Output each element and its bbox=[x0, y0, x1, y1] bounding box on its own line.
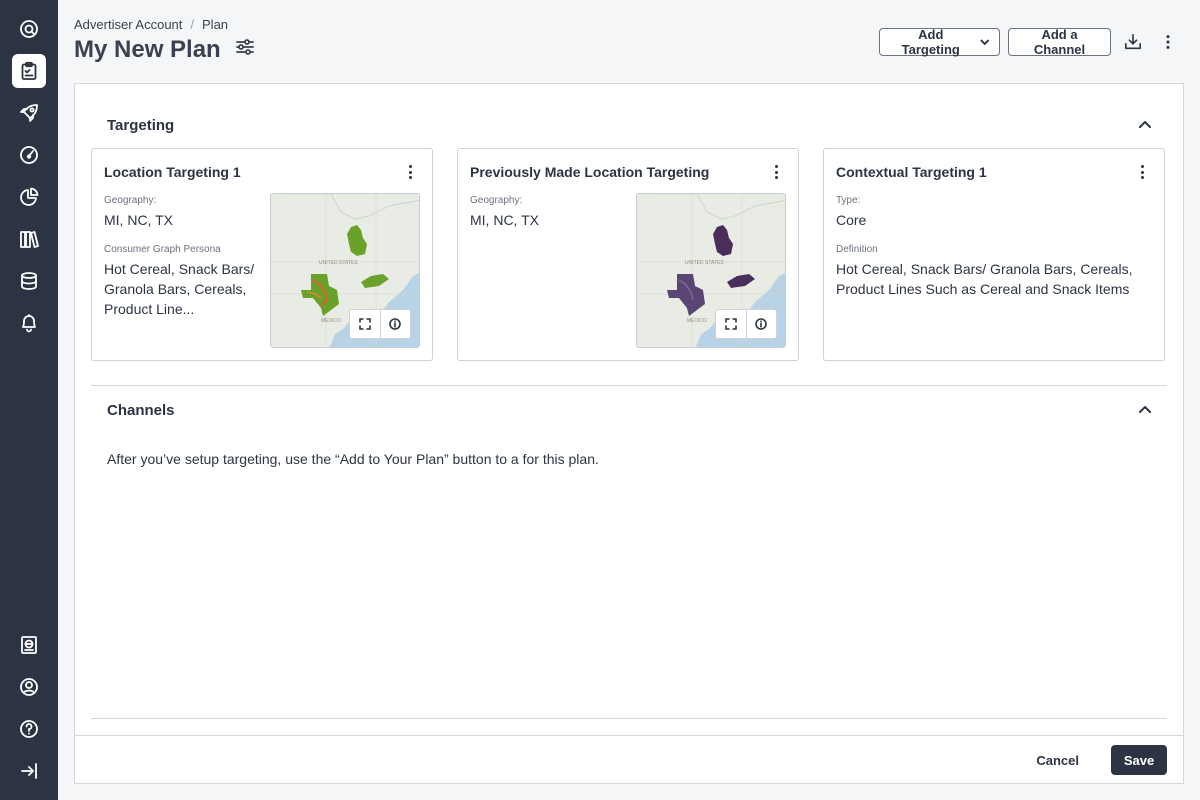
footer-bar: Cancel Save bbox=[75, 735, 1183, 783]
breadcrumb: Advertiser Account / Plan bbox=[74, 17, 228, 32]
fullscreen-icon bbox=[358, 318, 371, 330]
location-targeting-card: Location Targeting 1 Geography: MI, NC, … bbox=[91, 148, 433, 361]
targeting-section-title: Targeting bbox=[107, 117, 175, 134]
geography-value: MI, NC, TX bbox=[470, 212, 539, 228]
map-controls bbox=[715, 309, 777, 339]
section-divider bbox=[91, 385, 1167, 386]
library-icon bbox=[20, 231, 39, 248]
channels-section-title: Channels bbox=[107, 402, 175, 419]
map-controls bbox=[349, 309, 411, 339]
sidebar-item-plans[interactable] bbox=[12, 54, 46, 88]
user-icon bbox=[20, 678, 38, 696]
type-value: Core bbox=[836, 212, 867, 228]
sidebar-item-library[interactable] bbox=[12, 222, 46, 256]
card-title: Contextual Targeting 1 bbox=[836, 164, 987, 180]
download-icon bbox=[1124, 33, 1142, 50]
chevron-up-icon bbox=[1139, 406, 1151, 413]
sidebar-item-guide[interactable] bbox=[12, 628, 46, 662]
sidebar-item-notifications[interactable] bbox=[12, 306, 46, 340]
add-channel-label: Add a Channel bbox=[1033, 27, 1086, 57]
persona-value: Hot Cereal, Snack Bars/ Granola Bars, Ce… bbox=[104, 261, 255, 317]
sidebar-item-reports[interactable] bbox=[12, 180, 46, 214]
geography-value: MI, NC, TX bbox=[104, 212, 173, 228]
map-mexico-label: MEXICO bbox=[321, 318, 341, 324]
save-button[interactable]: Save bbox=[1111, 745, 1167, 775]
sidebar-item-help[interactable] bbox=[12, 712, 46, 746]
info-button[interactable] bbox=[745, 310, 777, 338]
gauge-icon bbox=[20, 146, 38, 164]
database-icon bbox=[21, 272, 37, 290]
geography-map[interactable]: UNITED STATES MEXICO bbox=[270, 193, 420, 348]
geography-label: Geography: bbox=[470, 195, 523, 206]
section-divider bbox=[91, 718, 1167, 719]
page-title: My New Plan bbox=[74, 36, 221, 63]
type-label: Type: bbox=[836, 195, 861, 206]
map-country-label: UNITED STATES bbox=[685, 260, 724, 266]
breadcrumb-separator: / bbox=[190, 17, 195, 32]
info-icon bbox=[755, 318, 768, 330]
definition-label: Definition bbox=[836, 244, 878, 255]
channels-collapse-button[interactable] bbox=[1134, 398, 1156, 420]
bell-icon bbox=[22, 314, 36, 333]
more-options-button[interactable] bbox=[1156, 30, 1180, 54]
persona-label: Consumer Graph Persona bbox=[104, 244, 221, 255]
breadcrumb-item-plan[interactable]: Plan bbox=[202, 17, 228, 32]
previous-location-targeting-card: Previously Made Location Targeting Geogr… bbox=[457, 148, 799, 361]
fullscreen-icon bbox=[724, 318, 737, 330]
card-title: Location Targeting 1 bbox=[104, 164, 241, 180]
geography-label: Geography: bbox=[104, 195, 157, 206]
cancel-button[interactable]: Cancel bbox=[1022, 745, 1093, 775]
chevron-down-icon bbox=[979, 39, 989, 46]
chevron-up-icon bbox=[1139, 121, 1151, 128]
definition-value: Hot Cereal, Snack Bars/ Granola Bars, Ce… bbox=[836, 261, 1133, 297]
targeting-collapse-button[interactable] bbox=[1134, 113, 1156, 135]
download-button[interactable] bbox=[1121, 30, 1145, 54]
pie-chart-icon bbox=[20, 187, 39, 206]
geography-map[interactable]: UNITED STATES MEXICO bbox=[636, 193, 786, 348]
add-targeting-label: Add Targeting bbox=[901, 27, 960, 57]
contextual-targeting-card: Contextual Targeting 1 Type: Core Defini… bbox=[823, 148, 1165, 361]
clipboard-icon bbox=[21, 61, 37, 80]
add-channel-button[interactable]: Add a Channel bbox=[1008, 27, 1111, 57]
search-icon bbox=[20, 20, 38, 38]
sidebar-item-profile[interactable] bbox=[12, 670, 46, 704]
info-button[interactable] bbox=[379, 310, 411, 338]
sidebar-item-search[interactable] bbox=[12, 12, 46, 46]
expand-icon bbox=[21, 763, 37, 779]
add-targeting-button[interactable]: Add Targeting bbox=[879, 27, 1000, 57]
sidebar-item-campaigns[interactable] bbox=[12, 96, 46, 130]
map-mexico-label: MEXICO bbox=[687, 318, 707, 324]
breadcrumb-item-account[interactable]: Advertiser Account bbox=[74, 17, 182, 32]
sidebar-item-data[interactable] bbox=[12, 264, 46, 298]
globe-book-icon bbox=[21, 636, 37, 654]
page-title-row: My New Plan bbox=[74, 36, 255, 64]
info-icon bbox=[389, 318, 402, 330]
channels-empty-text: After you’ve setup targeting, use the “A… bbox=[107, 451, 599, 467]
fullscreen-button[interactable] bbox=[716, 310, 746, 338]
card-title: Previously Made Location Targeting bbox=[470, 164, 710, 180]
sidebar-item-performance[interactable] bbox=[12, 138, 46, 172]
sidebar-item-expand[interactable] bbox=[12, 754, 46, 788]
plan-panel: Targeting Location Targeting 1 Geography… bbox=[74, 83, 1184, 784]
sidebar bbox=[0, 0, 58, 800]
card-menu-icon[interactable] bbox=[768, 163, 784, 181]
fullscreen-button[interactable] bbox=[350, 310, 380, 338]
card-menu-icon[interactable] bbox=[1134, 163, 1150, 181]
card-menu-icon[interactable] bbox=[402, 163, 418, 181]
rocket-icon bbox=[20, 104, 38, 122]
help-icon bbox=[20, 720, 38, 738]
settings-sliders-icon[interactable] bbox=[235, 36, 255, 64]
more-vertical-icon bbox=[1166, 35, 1170, 49]
map-country-label: UNITED STATES bbox=[319, 260, 358, 266]
